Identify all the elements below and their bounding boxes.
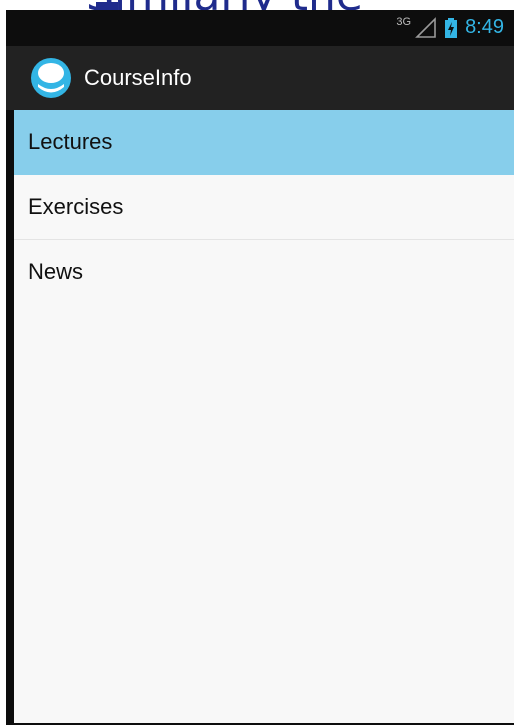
app-title: CourseInfo (84, 65, 192, 90)
menu-list: Lectures Exercises News (14, 110, 514, 723)
list-item-exercises[interactable]: Exercises (14, 175, 514, 240)
status-time: 8:49 (465, 16, 504, 38)
status-bar: 3G 8:49 (6, 10, 514, 46)
phone-screen: 3G 8:49 CourseInfo Lectures Exercises Ne… (6, 10, 514, 725)
network-type-label: 3G (396, 15, 412, 28)
signal-icon (415, 16, 436, 38)
status-indicators: 3G 8:49 (396, 16, 504, 39)
battery-charging-icon (445, 17, 458, 38)
app-logo-icon[interactable] (30, 57, 72, 99)
action-bar: CourseInfo (6, 46, 514, 110)
list-item-lectures[interactable]: Lectures (14, 110, 514, 175)
list-item-news[interactable]: News (14, 240, 514, 304)
